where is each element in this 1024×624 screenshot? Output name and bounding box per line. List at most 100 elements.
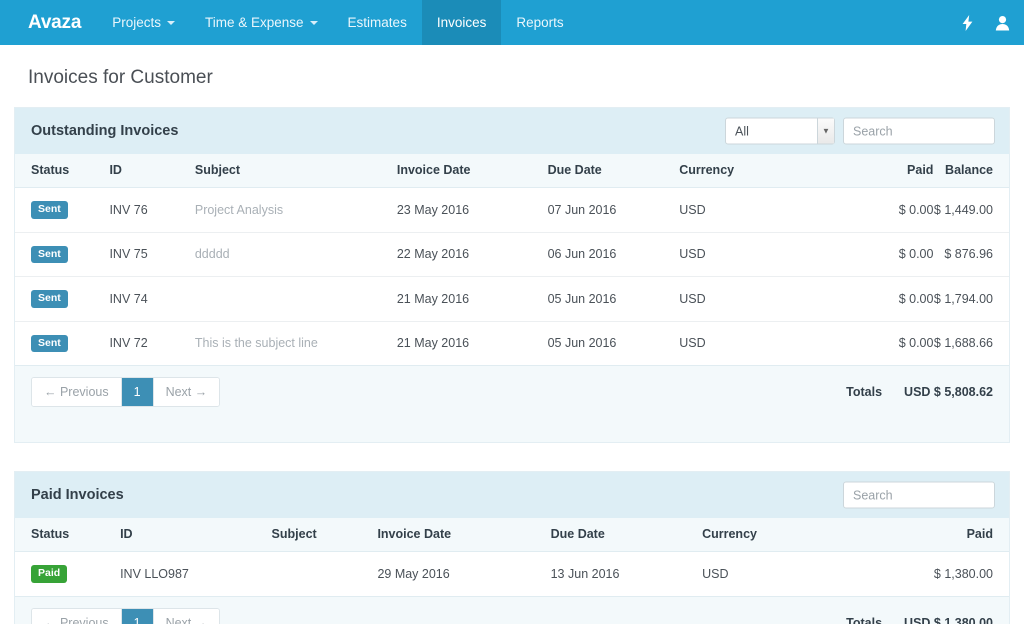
col-due-date: Due Date [548, 154, 680, 188]
paid-table-body: Paid INV LLO987 29 May 2016 13 Jun 2016 … [15, 552, 1009, 597]
paid-cell: $ 0.00 [840, 321, 933, 366]
chevron-down-icon: ▼ [817, 119, 834, 144]
balance-cell: $ 1,688.66 [933, 321, 1009, 366]
nav-item-reports[interactable]: Reports [501, 0, 578, 45]
subject-cell: Project Analysis [195, 188, 397, 233]
outstanding-search-input[interactable] [843, 118, 995, 145]
paid-table-head: Status ID Subject Invoice Date Due Date … [15, 518, 1009, 552]
table-row[interactable]: Paid INV LLO987 29 May 2016 13 Jun 2016 … [15, 552, 1009, 597]
navbar-right-actions [962, 0, 1010, 45]
page-container: Outstanding Invoices All ▼ Status ID Sub… [0, 107, 1024, 624]
nav-item-invoices[interactable]: Invoices [422, 0, 502, 45]
nav-label: Estimates [348, 15, 407, 30]
nav-label: Projects [112, 15, 161, 30]
pagination-page-1-button[interactable]: 1 [122, 378, 154, 406]
chevron-down-icon [310, 21, 318, 25]
paid-totals: Totals USD $ 1,380.00 [846, 616, 993, 624]
pagination-previous-button[interactable]: ← Previous [32, 609, 122, 624]
outstanding-pagination: ← Previous 1 Next → [31, 377, 220, 407]
currency-cell: USD [702, 552, 934, 597]
nav-item-time-expense[interactable]: Time & Expense [190, 0, 333, 45]
pagination-page-1-button[interactable]: 1 [122, 609, 154, 624]
col-invoice-date: Invoice Date [377, 518, 550, 552]
outstanding-filter-value: All [735, 124, 749, 138]
subject-cell [272, 552, 378, 597]
outstanding-panel-footer: ← Previous 1 Next → Totals USD $ 5,808.6… [15, 366, 1009, 418]
id-cell[interactable]: INV 76 [109, 188, 194, 233]
col-id: ID [120, 518, 271, 552]
id-cell[interactable]: INV 75 [109, 232, 194, 277]
id-cell[interactable]: INV 74 [109, 277, 194, 322]
paid-panel-tools [843, 482, 995, 509]
due-date-cell: 05 Jun 2016 [548, 277, 680, 322]
col-due-date: Due Date [551, 518, 702, 552]
paid-cell: $ 0.00 [840, 232, 933, 277]
paid-cell: $ 0.00 [840, 277, 933, 322]
outstanding-panel-header: Outstanding Invoices All ▼ [15, 108, 1009, 154]
invoice-date-cell: 21 May 2016 [397, 321, 548, 366]
paid-invoices-table: Status ID Subject Invoice Date Due Date … [15, 518, 1009, 597]
pagination-next-button[interactable]: Next → [154, 609, 220, 624]
subject-cell: ddddd [195, 232, 397, 277]
nav-label: Reports [516, 15, 563, 30]
subject-cell: This is the subject line [195, 321, 397, 366]
col-currency: Currency [702, 518, 934, 552]
col-paid: Paid [840, 154, 933, 188]
lightning-bolt-icon[interactable] [962, 15, 973, 31]
totals-label: Totals [846, 616, 882, 624]
id-cell[interactable]: INV LLO987 [120, 552, 271, 597]
id-cell[interactable]: INV 72 [109, 321, 194, 366]
page-title: Invoices for Customer [0, 45, 1024, 107]
currency-cell: USD [679, 188, 840, 233]
invoice-date-cell: 21 May 2016 [397, 277, 548, 322]
nav-item-estimates[interactable]: Estimates [333, 0, 422, 45]
outstanding-table-head: Status ID Subject Invoice Date Due Date … [15, 154, 1009, 188]
totals-value: USD $ 1,380.00 [904, 616, 993, 624]
table-row[interactable]: Sent INV 74 21 May 2016 05 Jun 2016 USD … [15, 277, 1009, 322]
table-row[interactable]: Sent INV 72 This is the subject line 21 … [15, 321, 1009, 366]
col-paid: Paid [934, 518, 1009, 552]
table-row[interactable]: Sent INV 76 Project Analysis 23 May 2016… [15, 188, 1009, 233]
brand-logo[interactable]: Avaza [0, 0, 97, 45]
status-badge: Sent [31, 201, 68, 219]
user-account-icon[interactable] [995, 15, 1010, 31]
col-balance: Balance [933, 154, 1009, 188]
table-header-row: Status ID Subject Invoice Date Due Date … [15, 518, 1009, 552]
col-id: ID [109, 154, 194, 188]
totals-label: Totals [846, 385, 882, 399]
paid-panel-footer: ← Previous 1 Next → Totals USD $ 1,380.0… [15, 597, 1009, 624]
pagination-next-button[interactable]: Next → [154, 378, 220, 406]
status-cell: Paid [15, 552, 120, 597]
outstanding-panel-title: Outstanding Invoices [31, 123, 178, 139]
paid-panel-title: Paid Invoices [31, 487, 124, 503]
status-cell: Sent [15, 188, 109, 233]
main-nav: Projects Time & Expense Estimates Invoic… [97, 0, 578, 45]
currency-cell: USD [679, 321, 840, 366]
paid-invoices-panel: Paid Invoices Status ID Subject Invoice … [14, 471, 1010, 624]
paid-cell: $ 1,380.00 [934, 552, 1009, 597]
status-cell: Sent [15, 232, 109, 277]
outstanding-invoices-panel: Outstanding Invoices All ▼ Status ID Sub… [14, 107, 1010, 443]
paid-pagination: ← Previous 1 Next → [31, 608, 220, 624]
col-subject: Subject [272, 518, 378, 552]
pagination-previous-button[interactable]: ← Previous [32, 378, 122, 406]
invoice-date-cell: 22 May 2016 [397, 232, 548, 277]
outstanding-totals: Totals USD $ 5,808.62 [846, 385, 993, 399]
nav-label: Invoices [437, 15, 487, 30]
table-row[interactable]: Sent INV 75 ddddd 22 May 2016 06 Jun 201… [15, 232, 1009, 277]
status-cell: Sent [15, 321, 109, 366]
balance-cell: $ 1,449.00 [933, 188, 1009, 233]
nav-label: Time & Expense [205, 15, 304, 30]
col-invoice-date: Invoice Date [397, 154, 548, 188]
balance-cell: $ 1,794.00 [933, 277, 1009, 322]
status-badge: Sent [31, 246, 68, 264]
status-badge: Paid [31, 565, 67, 583]
due-date-cell: 07 Jun 2016 [548, 188, 680, 233]
paid-search-input[interactable] [843, 482, 995, 509]
nav-item-projects[interactable]: Projects [97, 0, 190, 45]
invoice-date-cell: 23 May 2016 [397, 188, 548, 233]
status-cell: Sent [15, 277, 109, 322]
col-status: Status [15, 518, 120, 552]
outstanding-filter-select[interactable]: All ▼ [725, 118, 835, 145]
invoice-date-cell: 29 May 2016 [377, 552, 550, 597]
